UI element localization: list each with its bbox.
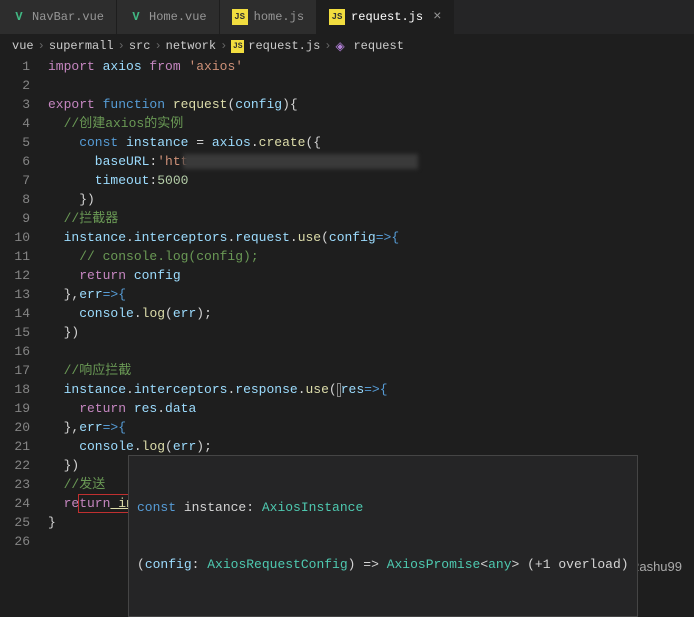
- vue-icon: V: [129, 10, 143, 24]
- blurred-region: [183, 154, 418, 169]
- close-icon[interactable]: ×: [433, 9, 441, 25]
- code-editor[interactable]: 1234567891011121314151617181920212223242…: [0, 57, 694, 551]
- cube-icon: ◈: [335, 39, 349, 53]
- breadcrumb-item[interactable]: request: [353, 39, 403, 53]
- js-icon: JS: [232, 9, 248, 25]
- tab-label: Home.vue: [149, 10, 207, 24]
- tab-home-js[interactable]: JS home.js: [220, 0, 317, 34]
- line-gutter: 1234567891011121314151617181920212223242…: [0, 57, 48, 551]
- tab-label: request.js: [351, 10, 423, 24]
- breadcrumb: vue› supermall› src› network› JS request…: [0, 35, 694, 57]
- breadcrumb-item[interactable]: vue: [12, 39, 34, 53]
- tab-navbar[interactable]: V NavBar.vue: [0, 0, 117, 34]
- breadcrumb-item[interactable]: request.js: [248, 39, 320, 53]
- breadcrumb-item[interactable]: src: [129, 39, 151, 53]
- js-icon: JS: [329, 9, 345, 25]
- tab-home-vue[interactable]: V Home.vue: [117, 0, 220, 34]
- intellisense-tooltip: const instance: AxiosInstance (config: A…: [128, 455, 638, 617]
- js-icon: JS: [231, 40, 244, 53]
- tab-label: NavBar.vue: [32, 10, 104, 24]
- vue-icon: V: [12, 10, 26, 24]
- tab-bar: V NavBar.vue V Home.vue JS home.js JS re…: [0, 0, 694, 35]
- code-content[interactable]: import axios from 'axios' export functio…: [48, 57, 694, 551]
- breadcrumb-item[interactable]: network: [166, 39, 216, 53]
- breadcrumb-item[interactable]: supermall: [49, 39, 114, 53]
- tab-label: home.js: [254, 10, 304, 24]
- tab-request-js[interactable]: JS request.js ×: [317, 0, 454, 34]
